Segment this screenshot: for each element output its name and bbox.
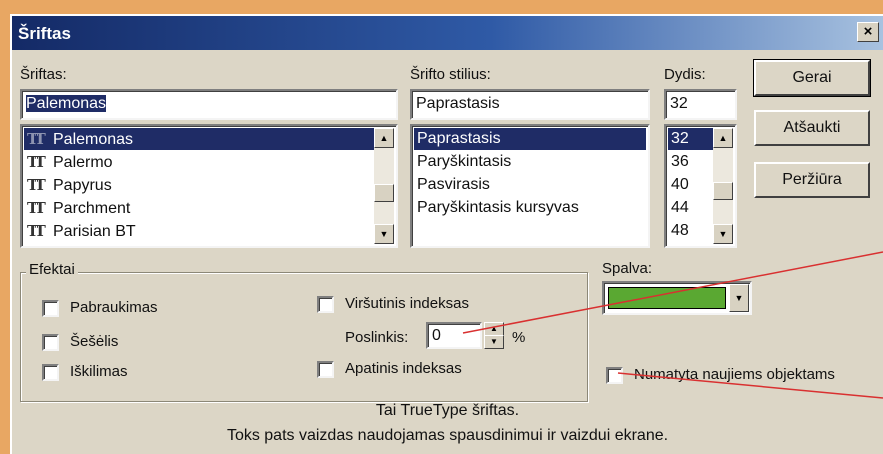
offset-label: Poslinkis: (345, 329, 409, 346)
default-checkbox[interactable] (606, 367, 623, 384)
scroll-up-icon[interactable]: ▲ (374, 128, 394, 148)
truetype-icon: TT (27, 176, 46, 194)
font-list[interactable]: TT Palemonas TT Palermo TT Papyrus TT Parchment… (20, 124, 398, 248)
strikethrough-checkbox[interactable] (42, 300, 59, 317)
cancel-button[interactable]: Atšaukti (754, 110, 870, 146)
title-bar: Šriftas × (12, 16, 883, 50)
style-list[interactable]: Paprastasis Paryškintasis Pasvirasis Paryšk… (410, 124, 650, 248)
close-icon[interactable]: × (857, 22, 879, 42)
style-list-item-label: Paprastasis (417, 130, 501, 147)
superscript-label: Viršutinis indeksas (345, 295, 469, 312)
style-list-item[interactable]: Paryškintasis (414, 151, 646, 173)
size-list-item-label: 48 (671, 222, 689, 239)
style-list-item[interactable]: Paprastasis (414, 128, 646, 150)
offset-input-text: 0 (432, 327, 441, 344)
font-list-item[interactable]: TT Palemonas (24, 128, 374, 150)
truetype-icon: TT (27, 199, 46, 217)
style-input-text: Paprastasis (416, 95, 500, 112)
offset-spinner[interactable]: ▲ ▼ (484, 322, 504, 349)
subscript-checkbox[interactable] (317, 361, 334, 378)
font-list-scrollbar[interactable]: ▲ ▼ (374, 128, 394, 244)
scroll-thumb[interactable] (374, 184, 394, 202)
size-list-item-label: 32 (671, 130, 689, 147)
font-list-item-label: Papyrus (53, 177, 112, 194)
offset-input[interactable]: 0 (426, 322, 482, 349)
color-label: Spalva: (602, 260, 653, 277)
size-list-item[interactable]: 48 (668, 220, 714, 242)
size-list-scrollbar[interactable]: ▲ ▼ (713, 128, 733, 244)
style-input[interactable]: Paprastasis (410, 89, 650, 120)
size-list-item-label: 44 (671, 199, 689, 216)
font-dialog: Šriftas × Šriftas: Palemonas TT Palemonas… (10, 14, 883, 454)
font-input-text: Palemonas (26, 95, 107, 112)
size-list-item[interactable]: 36 (668, 151, 714, 173)
default-label: Numatyta naujiems objektams (634, 366, 835, 383)
truetype-icon: TT (27, 153, 46, 171)
size-list-item[interactable]: 40 (668, 174, 714, 196)
size-label: Dydis: (664, 66, 706, 83)
font-info-line2: Toks pats vaizdas naudojamas spausdinimu… (226, 427, 669, 444)
font-label: Šriftas: (20, 66, 67, 83)
font-list-item[interactable]: TT Palermo (24, 151, 374, 173)
size-input[interactable]: 32 (664, 89, 737, 120)
font-list-item[interactable]: TT Papyrus (24, 174, 374, 196)
chevron-down-icon[interactable]: ▼ (729, 284, 749, 312)
font-list-item[interactable]: TT Parchment (24, 197, 374, 219)
emboss-label: Iškilimas (70, 363, 128, 380)
subscript-label: Apatinis indeksas (345, 360, 462, 377)
shadow-checkbox[interactable] (42, 334, 59, 351)
strikethrough-label: Pabraukimas (70, 299, 158, 316)
font-list-item-label: Palemonas (53, 131, 134, 148)
size-list-item[interactable]: 32 (668, 128, 714, 150)
page: { "dialog": { "title": "Šriftas", "close… (0, 0, 883, 454)
truetype-icon: TT (27, 222, 46, 240)
font-list-item-label: Parisian BT (53, 223, 136, 240)
font-list-item-label: Parchment (53, 200, 131, 217)
color-swatch (608, 287, 726, 309)
effects-group-title: Efektai (26, 261, 78, 278)
shadow-label: Šešėlis (70, 333, 119, 350)
offset-unit: % (512, 329, 526, 346)
scroll-up-icon[interactable]: ▲ (713, 128, 733, 148)
font-info-line1: Tai TrueType šriftas. (375, 402, 520, 419)
style-list-item[interactable]: Pasvirasis (414, 174, 646, 196)
scroll-thumb[interactable] (713, 182, 733, 200)
spin-up-icon[interactable]: ▲ (484, 322, 504, 336)
style-label: Šrifto stilius: (410, 66, 491, 83)
font-list-item-label: Palermo (53, 154, 113, 171)
size-list-item-label: 40 (671, 176, 689, 193)
color-select[interactable]: ▼ (602, 281, 752, 315)
size-input-text: 32 (670, 95, 688, 112)
size-list-item-label: 36 (671, 153, 689, 170)
font-list-item[interactable]: TT Parisian BT (24, 220, 374, 242)
scroll-down-icon[interactable]: ▼ (713, 224, 733, 244)
scroll-down-icon[interactable]: ▼ (374, 224, 394, 244)
spin-down-icon[interactable]: ▼ (484, 335, 504, 349)
style-list-item-label: Paryškintasis (417, 153, 512, 170)
style-list-item-label: Pasvirasis (417, 176, 490, 193)
preview-button[interactable]: Peržiūra (754, 162, 870, 198)
emboss-checkbox[interactable] (42, 364, 59, 381)
dialog-title: Šriftas (18, 24, 71, 43)
font-input[interactable]: Palemonas (20, 89, 398, 120)
superscript-checkbox[interactable] (317, 296, 334, 313)
size-list[interactable]: 32 36 40 44 48 ▲ ▼ (664, 124, 737, 248)
truetype-icon: TT (27, 130, 46, 148)
ok-button[interactable]: Gerai (753, 59, 871, 97)
size-list-item[interactable]: 44 (668, 197, 714, 219)
style-list-item-label: Paryškintasis kursyvas (417, 199, 579, 216)
style-list-item[interactable]: Paryškintasis kursyvas (414, 197, 646, 219)
